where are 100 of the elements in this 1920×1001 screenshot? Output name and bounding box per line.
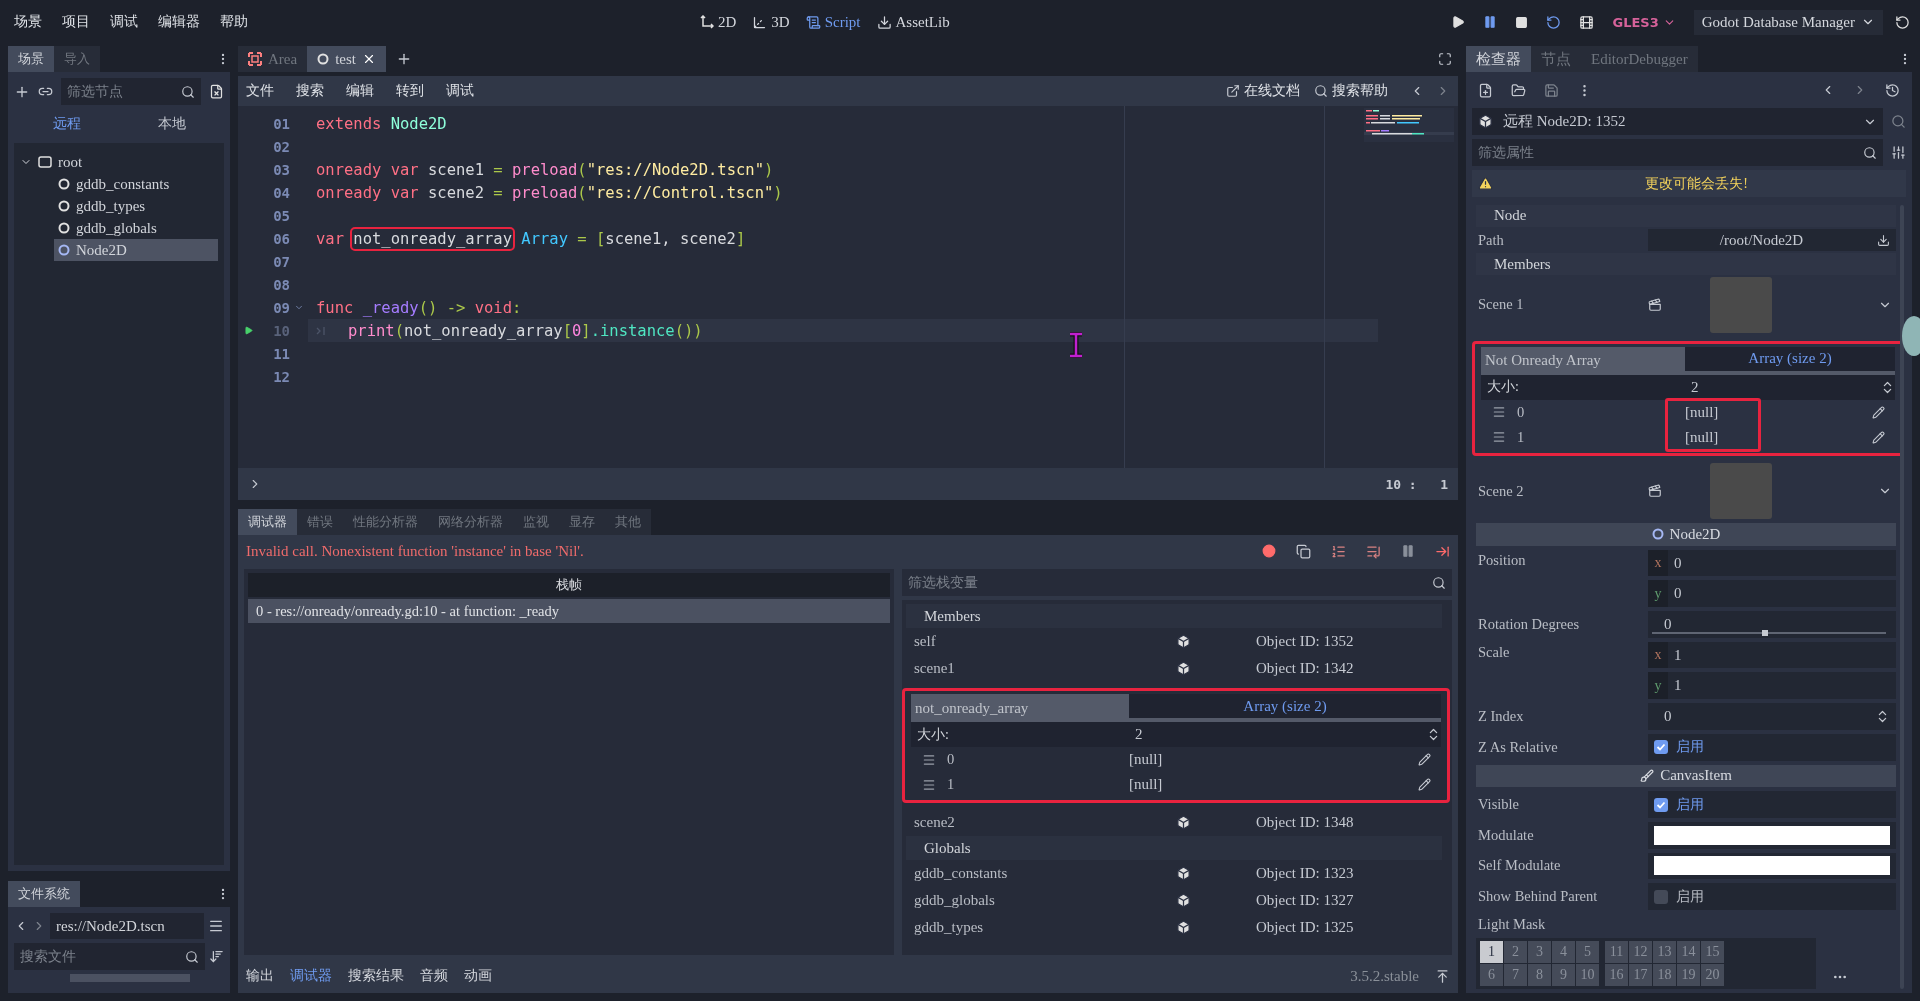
search-icon[interactable]: [185, 949, 199, 964]
sort-icon[interactable]: [209, 949, 224, 964]
rotation-slider[interactable]: 0: [1648, 611, 1896, 638]
search-icon[interactable]: [1432, 575, 1446, 590]
cube-icon[interactable]: [1176, 815, 1191, 830]
split-view-icon[interactable]: [208, 918, 224, 934]
color-swatch[interactable]: [1654, 825, 1890, 845]
bottom-tab[interactable]: 搜索结果: [348, 967, 404, 985]
filter-field[interactable]: 筛选节点: [61, 78, 201, 105]
dock-tab[interactable]: 场景: [8, 46, 54, 72]
step-over-icon[interactable]: [1366, 543, 1381, 559]
axis-value[interactable]: 0: [1668, 554, 1682, 572]
checkbox[interactable]: [1654, 797, 1668, 812]
pencil-icon[interactable]: [1872, 405, 1885, 419]
item-value[interactable]: [null]: [1129, 751, 1418, 768]
cube-icon[interactable]: [1176, 893, 1191, 908]
script-menu-item[interactable]: 调试: [446, 82, 474, 100]
settings-icon[interactable]: [1891, 145, 1906, 160]
drag-handle-icon[interactable]: [922, 752, 936, 767]
menu-item[interactable]: 项目: [62, 13, 90, 31]
menu-item[interactable]: 场景: [14, 13, 42, 31]
minimap-drawing[interactable]: [1364, 108, 1454, 142]
save-icon[interactable]: [1544, 82, 1559, 98]
download-icon[interactable]: [1877, 233, 1890, 247]
dock-tab[interactable]: 文件系统: [8, 881, 80, 907]
object-selector[interactable]: 远程 Node2D: 1352: [1472, 108, 1883, 135]
stack-frame[interactable]: 0 - res://onready/onready.gd:10 - at function: _ready: [248, 599, 890, 623]
drag-handle-icon[interactable]: [1492, 405, 1506, 420]
film-icon[interactable]: [1579, 14, 1595, 30]
project-dropdown[interactable]: Godot Database Manager: [1693, 9, 1883, 35]
expand-panel-icon[interactable]: [1435, 968, 1450, 984]
mode-tab[interactable]: 本地: [119, 109, 224, 139]
search-field[interactable]: 搜索文件: [14, 943, 205, 970]
size-value[interactable]: 2: [1691, 378, 1880, 396]
script-menu-item[interactable]: 编辑: [346, 82, 374, 100]
doc-link[interactable]: 在线文档: [1244, 82, 1300, 100]
size-value[interactable]: 2: [1135, 726, 1426, 743]
section-header[interactable]: Members: [906, 604, 1442, 628]
bottom-tab[interactable]: 音频: [420, 967, 448, 985]
menu-item[interactable]: 帮助: [220, 13, 248, 31]
drag-handle-icon[interactable]: [1492, 430, 1506, 445]
undo-icon[interactable]: [1895, 14, 1910, 30]
reload-icon[interactable]: [1546, 14, 1562, 30]
folder-icon[interactable]: [1511, 82, 1526, 98]
axis-value[interactable]: 1: [1668, 646, 1682, 664]
color-swatch[interactable]: [1654, 856, 1890, 876]
stop-icon[interactable]: [1515, 15, 1529, 29]
play-icon[interactable]: [1451, 15, 1466, 29]
array-toggle[interactable]: Array (size 2): [1129, 694, 1441, 722]
pencil-icon[interactable]: [1418, 753, 1431, 766]
cube-icon[interactable]: [1176, 920, 1191, 935]
pause-icon[interactable]: [1483, 15, 1498, 29]
bottom-tab[interactable]: 输出: [246, 967, 274, 985]
step-into-icon[interactable]: [1331, 543, 1346, 559]
search-icon[interactable]: [181, 84, 195, 99]
workspace-tab[interactable]: Script: [805, 13, 861, 31]
renderer-dropdown[interactable]: GLES3: [1612, 14, 1676, 30]
new-file-icon[interactable]: [1478, 82, 1493, 98]
doc-link[interactable]: 搜索帮助: [1332, 82, 1388, 100]
checkbox[interactable]: [1654, 889, 1668, 904]
tree-item[interactable]: Node2D: [54, 239, 218, 261]
search-icon[interactable]: [1863, 145, 1877, 160]
pencil-icon[interactable]: [1418, 778, 1431, 791]
item-value[interactable]: [null]: [1685, 428, 1872, 446]
break-icon[interactable]: [1401, 544, 1415, 558]
record-icon[interactable]: [1262, 544, 1276, 558]
layer-toggle[interactable]: 1: [1480, 940, 1503, 963]
item-value[interactable]: [null]: [1685, 403, 1872, 421]
dock-tab[interactable]: 检查器: [1466, 46, 1531, 72]
pencil-icon[interactable]: [1872, 430, 1885, 444]
debugger-tab[interactable]: 调试器: [238, 509, 297, 535]
tree-item[interactable]: gddb_types: [54, 195, 218, 217]
script-menu-item[interactable]: 搜索: [296, 82, 324, 100]
search-icon[interactable]: [1314, 84, 1328, 98]
fullscreen-icon[interactable]: [1438, 52, 1452, 66]
editor-tab[interactable]: test: [307, 46, 386, 72]
bottom-tab[interactable]: 动画: [464, 967, 492, 985]
cube-icon[interactable]: [1176, 634, 1191, 649]
tree-item[interactable]: gddb_constants: [54, 173, 218, 195]
script-remove-icon[interactable]: [209, 84, 224, 99]
filter-field[interactable]: 筛选栈变量: [902, 569, 1452, 596]
axis-value[interactable]: 0: [1668, 585, 1682, 603]
cube-icon[interactable]: [1176, 866, 1191, 881]
mode-tab[interactable]: 远程: [14, 109, 119, 139]
drag-handle-icon[interactable]: [922, 777, 936, 792]
axis-value[interactable]: 1: [1668, 677, 1682, 695]
workspace-tab[interactable]: 3D: [752, 13, 790, 31]
add-tab-icon[interactable]: [396, 51, 412, 67]
path-field[interactable]: res://Node2D.tscn: [50, 913, 204, 939]
bottom-tab[interactable]: 调试器: [290, 967, 332, 985]
copy-icon[interactable]: [1296, 543, 1311, 559]
cube-icon[interactable]: [1176, 661, 1191, 676]
class-header[interactable]: CanvasItem: [1476, 764, 1896, 788]
tree-item[interactable]: gddb_globals: [54, 217, 218, 239]
menu-item[interactable]: 调试: [110, 13, 138, 31]
script-menu-item[interactable]: 文件: [246, 82, 274, 100]
tree-item[interactable]: root: [34, 151, 218, 173]
close-icon[interactable]: [362, 52, 376, 66]
filter-field[interactable]: 筛选属性: [1472, 139, 1883, 166]
external-link-icon[interactable]: [1226, 84, 1240, 98]
